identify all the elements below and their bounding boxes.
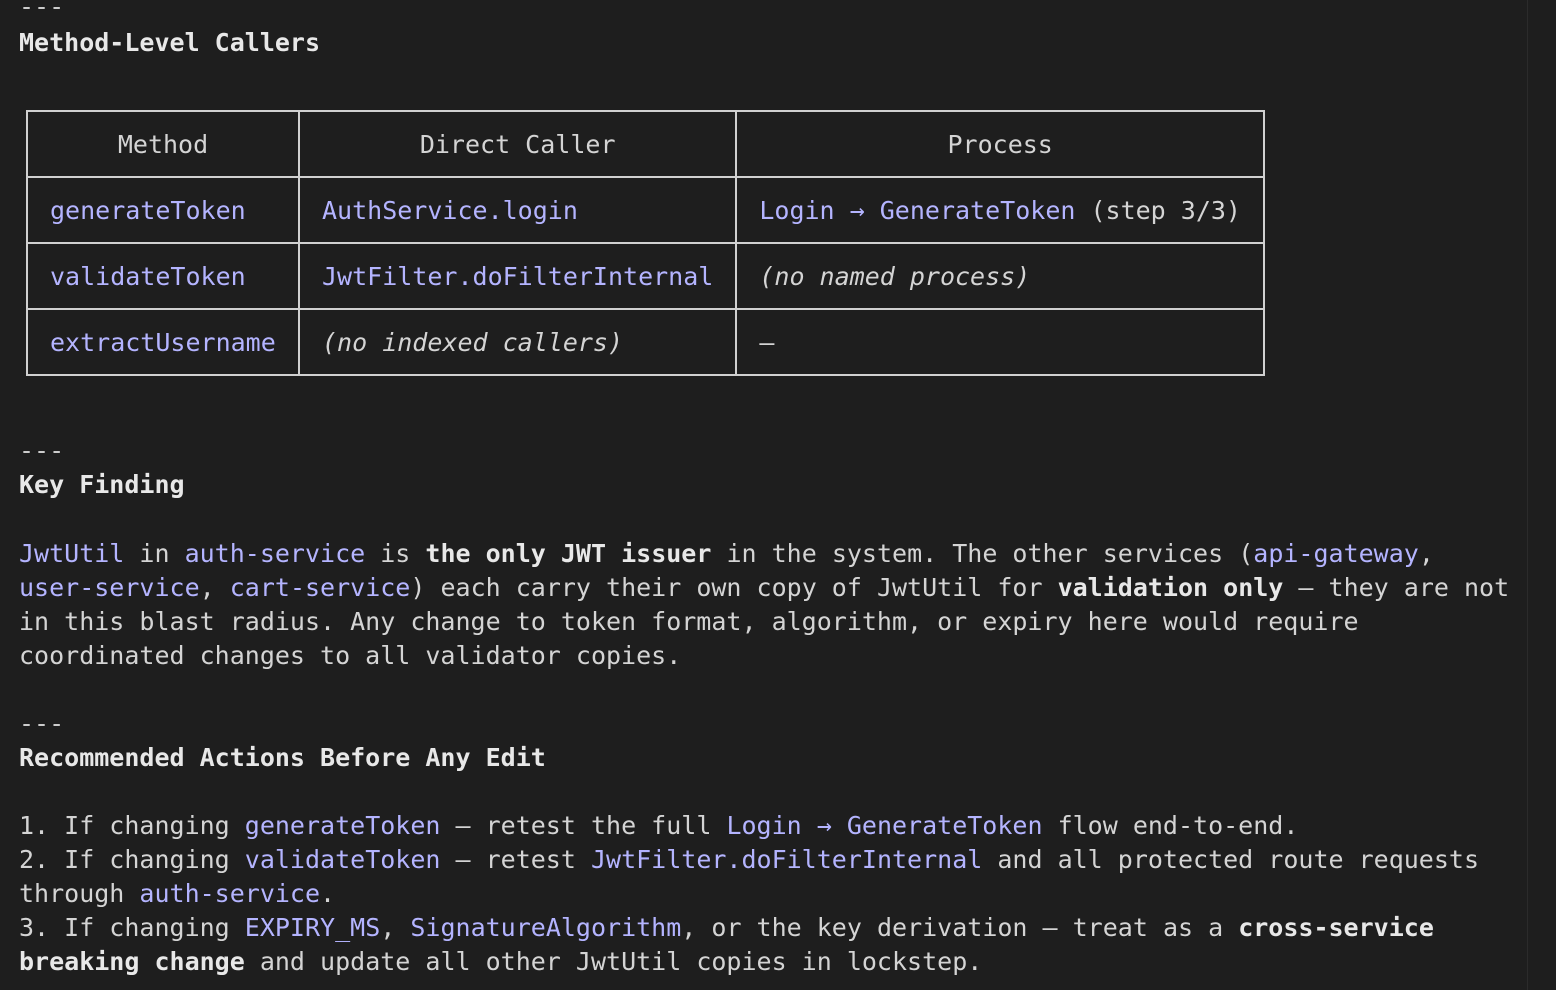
text: flow end-to-end.: [1042, 811, 1299, 840]
table-row: extractUsername (no indexed callers) —: [26, 308, 1265, 376]
text: ,: [1418, 539, 1434, 568]
text: 2. If changing: [19, 845, 245, 874]
code-ref: EXPIRY_MS: [244, 913, 381, 942]
text: and all protected route requests: [982, 845, 1480, 874]
method-callers-table: Method Direct Caller Process generateTok…: [26, 110, 1265, 376]
text: .: [320, 879, 336, 908]
paragraph-line: user-service, cart-service) each carry t…: [19, 571, 1509, 605]
method-name: generateToken: [50, 195, 246, 225]
text: ) each carry their own copy of JwtUtil f…: [410, 573, 1058, 602]
table-row: generateToken AuthService.login Login → …: [26, 176, 1265, 244]
text: 3. If changing: [19, 913, 245, 942]
text: ,: [199, 573, 230, 602]
text: — retest: [440, 845, 591, 874]
terminal-output: --- Method-Level Callers Method Direct C…: [0, 0, 1528, 990]
code-ref: Login → GenerateToken: [726, 811, 1043, 840]
code-ref: JwtUtil: [19, 539, 125, 568]
method-cell: validateToken: [26, 242, 300, 310]
column-header: Process: [735, 110, 1265, 178]
code-ref: JwtFilter.doFilterInternal: [590, 845, 983, 874]
text: and update all other JwtUtil copies in l…: [244, 947, 983, 976]
text: through: [19, 879, 140, 908]
caller-cell: JwtFilter.doFilterInternal: [297, 242, 738, 310]
text: — retest the full: [440, 811, 727, 840]
section-title-actions: Recommended Actions Before Any Edit: [19, 743, 546, 772]
code-ref: cart-service: [229, 573, 411, 602]
column-header: Direct Caller: [297, 110, 738, 178]
bold-text: cross-service: [1238, 913, 1434, 942]
method-name: validateToken: [50, 261, 246, 291]
process-step: (step 3/3): [1075, 195, 1241, 225]
bold-text: breaking change: [19, 947, 245, 976]
separator: ---: [19, 436, 65, 465]
column-header: Method: [26, 110, 300, 178]
code-ref: auth-service: [184, 539, 366, 568]
method-name: extractUsername: [50, 327, 276, 357]
paragraph-line: coordinated changes to all validator cop…: [19, 641, 682, 670]
scrollbar-track[interactable]: [1527, 0, 1556, 990]
text: , or the key derivation — treat as a: [681, 913, 1239, 942]
text: is: [365, 539, 426, 568]
paragraph-line: JwtUtil in auth-service is the only JWT …: [19, 537, 1434, 571]
code-ref: validateToken: [244, 845, 441, 874]
code-ref: SignatureAlgorithm: [410, 913, 682, 942]
process-name: Login → GenerateToken: [759, 195, 1076, 225]
process-cell: —: [735, 308, 1265, 376]
action-item: 3. If changing EXPIRY_MS, SignatureAlgor…: [19, 911, 1434, 945]
section-title-method-callers: Method-Level Callers: [19, 28, 321, 57]
text: ,: [380, 913, 411, 942]
caller-name: JwtFilter.doFilterInternal: [322, 261, 714, 291]
code-ref: api-gateway: [1253, 539, 1419, 568]
text: 1. If changing: [19, 811, 245, 840]
table-header-row: Method Direct Caller Process: [26, 110, 1265, 178]
paragraph-line: in this blast radius. Any change to toke…: [19, 607, 1359, 636]
action-item: 1. If changing generateToken — retest th…: [19, 809, 1298, 843]
caller-cell: AuthService.login: [297, 176, 738, 244]
process-dash: —: [759, 327, 775, 357]
process-cell: Login → GenerateToken (step 3/3): [735, 176, 1265, 244]
action-item-continued: breaking change and update all other Jwt…: [19, 945, 982, 979]
process-note: (no named process): [759, 261, 1031, 291]
text: in: [124, 539, 185, 568]
separator: ---: [19, 709, 65, 738]
code-ref: generateToken: [244, 811, 441, 840]
caller-note: (no indexed callers): [322, 327, 624, 357]
code-ref: auth-service: [139, 879, 321, 908]
section-title-key-finding: Key Finding: [19, 470, 185, 499]
action-item: 2. If changing validateToken — retest Jw…: [19, 843, 1479, 877]
table-row: validateToken JwtFilter.doFilterInternal…: [26, 242, 1265, 310]
method-cell: generateToken: [26, 176, 300, 244]
text: — they are not: [1283, 573, 1510, 602]
caller-name: AuthService.login: [322, 195, 578, 225]
caller-cell: (no indexed callers): [297, 308, 738, 376]
action-item-continued: through auth-service.: [19, 877, 335, 911]
text: in the system. The other services (: [711, 539, 1254, 568]
method-cell: extractUsername: [26, 308, 300, 376]
process-cell: (no named process): [735, 242, 1265, 310]
code-ref: user-service: [19, 573, 200, 602]
separator: ---: [19, 0, 65, 21]
bold-text: the only JWT issuer: [425, 539, 712, 568]
bold-text: validation only: [1057, 573, 1284, 602]
